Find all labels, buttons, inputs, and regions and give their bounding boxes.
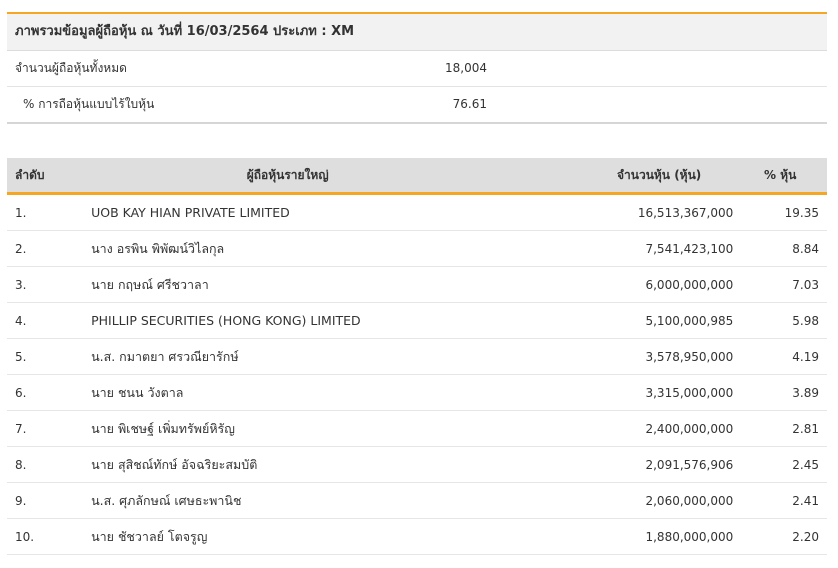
row-percent: 7.03 [733,266,827,303]
summary-label: % การถือหุ้นแบบไร้ใบหุ้น [23,97,155,111]
row-shares: 3,578,950,000 [484,338,734,375]
row-rank: 5. [7,338,92,375]
row-percent: 3.89 [733,374,827,411]
table-header-row: ลำดับ ผู้ถือหุ้นรายใหญ่ จำนวนหุ้น (หุ้น)… [7,158,827,195]
row-shares: 1,880,000,000 [484,518,734,555]
table-row: 3. นาย กฤษณ์ ศรีชวาลา 6,000,000,000 7.03 [7,266,827,303]
row-percent: 4.19 [733,338,827,375]
summary-row-total-holders: จำนวนผู้ถือหุ้นทั้งหมด 18,004 [7,51,827,87]
summary-label: จำนวนผู้ถือหุ้นทั้งหมด [15,61,127,75]
row-percent: 2.41 [733,482,827,519]
major-shareholders-table: ลำดับ ผู้ถือหุ้นรายใหญ่ จำนวนหุ้น (หุ้น)… [7,158,827,555]
table-row: 4. PHILLIP SECURITIES (HONG KONG) LIMITED… [7,302,827,339]
row-percent: 8.84 [733,230,827,267]
row-percent: 5.98 [733,302,827,339]
summary-value: 18,004 [445,61,487,75]
table-row: 2. นาง อรพิน พิพัฒน์วิไลกุล 7,541,423,100 8… [7,230,827,267]
table-row: 8. นาย สุสิชณ์ทักษ์ อัจฉริยะสมบัติ 2,091,5… [7,446,827,483]
header-percent: % หุ้น [733,158,827,195]
table-row: 7. นาย พิเชษฐ์ เพิ่มทรัพย์หิรัญ 2,400,000,… [7,410,827,447]
summary-title: ภาพรวมข้อมูลผู้ถือหุ้น ณ วันที่ 16/03/25… [7,14,827,51]
row-rank: 6. [7,374,92,411]
table-row: 6. นาย ชนน วังตาล 3,315,000,000 3.89 [7,374,827,411]
row-name: PHILLIP SECURITIES (HONG KONG) LIMITED [91,302,485,339]
row-name: นาง อรพิน พิพัฒน์วิไลกุล [91,230,485,267]
row-rank: 1. [7,193,92,231]
row-rank: 9. [7,482,92,519]
shareholder-summary-panel: ภาพรวมข้อมูลผู้ถือหุ้น ณ วันที่ 16/03/25… [7,12,827,124]
row-name: น.ส. ศุภลักษณ์ เศษธะพานิช [91,482,485,519]
row-rank: 2. [7,230,92,267]
row-shares: 5,100,000,985 [484,302,734,339]
table-row: 5. น.ส. กมาตยา ศรวณียารักษ์ 3,578,950,000 4… [7,338,827,375]
row-percent: 2.81 [733,410,827,447]
row-shares: 6,000,000,000 [484,266,734,303]
row-rank: 7. [7,410,92,447]
row-percent: 2.45 [733,446,827,483]
row-rank: 3. [7,266,92,303]
row-name: นาย พิเชษฐ์ เพิ่มทรัพย์หิรัญ [91,410,485,447]
header-rank: ลำดับ [7,158,92,195]
row-name: นาย กฤษณ์ ศรีชวาลา [91,266,485,303]
row-shares: 7,541,423,100 [484,230,734,267]
row-percent: 2.20 [733,518,827,555]
table-row: 1. UOB KAY HIAN PRIVATE LIMITED 16,513,367… [7,193,827,231]
row-rank: 10. [7,518,92,555]
row-name: นาย ชนน วังตาล [91,374,485,411]
row-name: UOB KAY HIAN PRIVATE LIMITED [91,193,485,231]
row-name: นาย ชัชวาลย์ โตจรูญ [91,518,485,555]
row-shares: 3,315,000,000 [484,374,734,411]
summary-row-scripless-percent: % การถือหุ้นแบบไร้ใบหุ้น 76.61 [7,87,827,124]
table-row: 10. นาย ชัชวาลย์ โตจรูญ 1,880,000,000 2.20 [7,518,827,555]
header-name: ผู้ถือหุ้นรายใหญ่ [91,158,485,195]
header-shares: จำนวนหุ้น (หุ้น) [484,158,734,195]
row-shares: 2,400,000,000 [484,410,734,447]
row-name: น.ส. กมาตยา ศรวณียารักษ์ [91,338,485,375]
table-row: 9. น.ส. ศุภลักษณ์ เศษธะพานิช 2,060,000,000… [7,482,827,519]
row-percent: 19.35 [733,193,827,231]
row-shares: 2,091,576,906 [484,446,734,483]
row-shares: 2,060,000,000 [484,482,734,519]
row-rank: 4. [7,302,92,339]
row-rank: 8. [7,446,92,483]
row-name: นาย สุสิชณ์ทักษ์ อัจฉริยะสมบัติ [91,446,485,483]
row-shares: 16,513,367,000 [484,193,734,231]
summary-value: 76.61 [452,97,487,111]
